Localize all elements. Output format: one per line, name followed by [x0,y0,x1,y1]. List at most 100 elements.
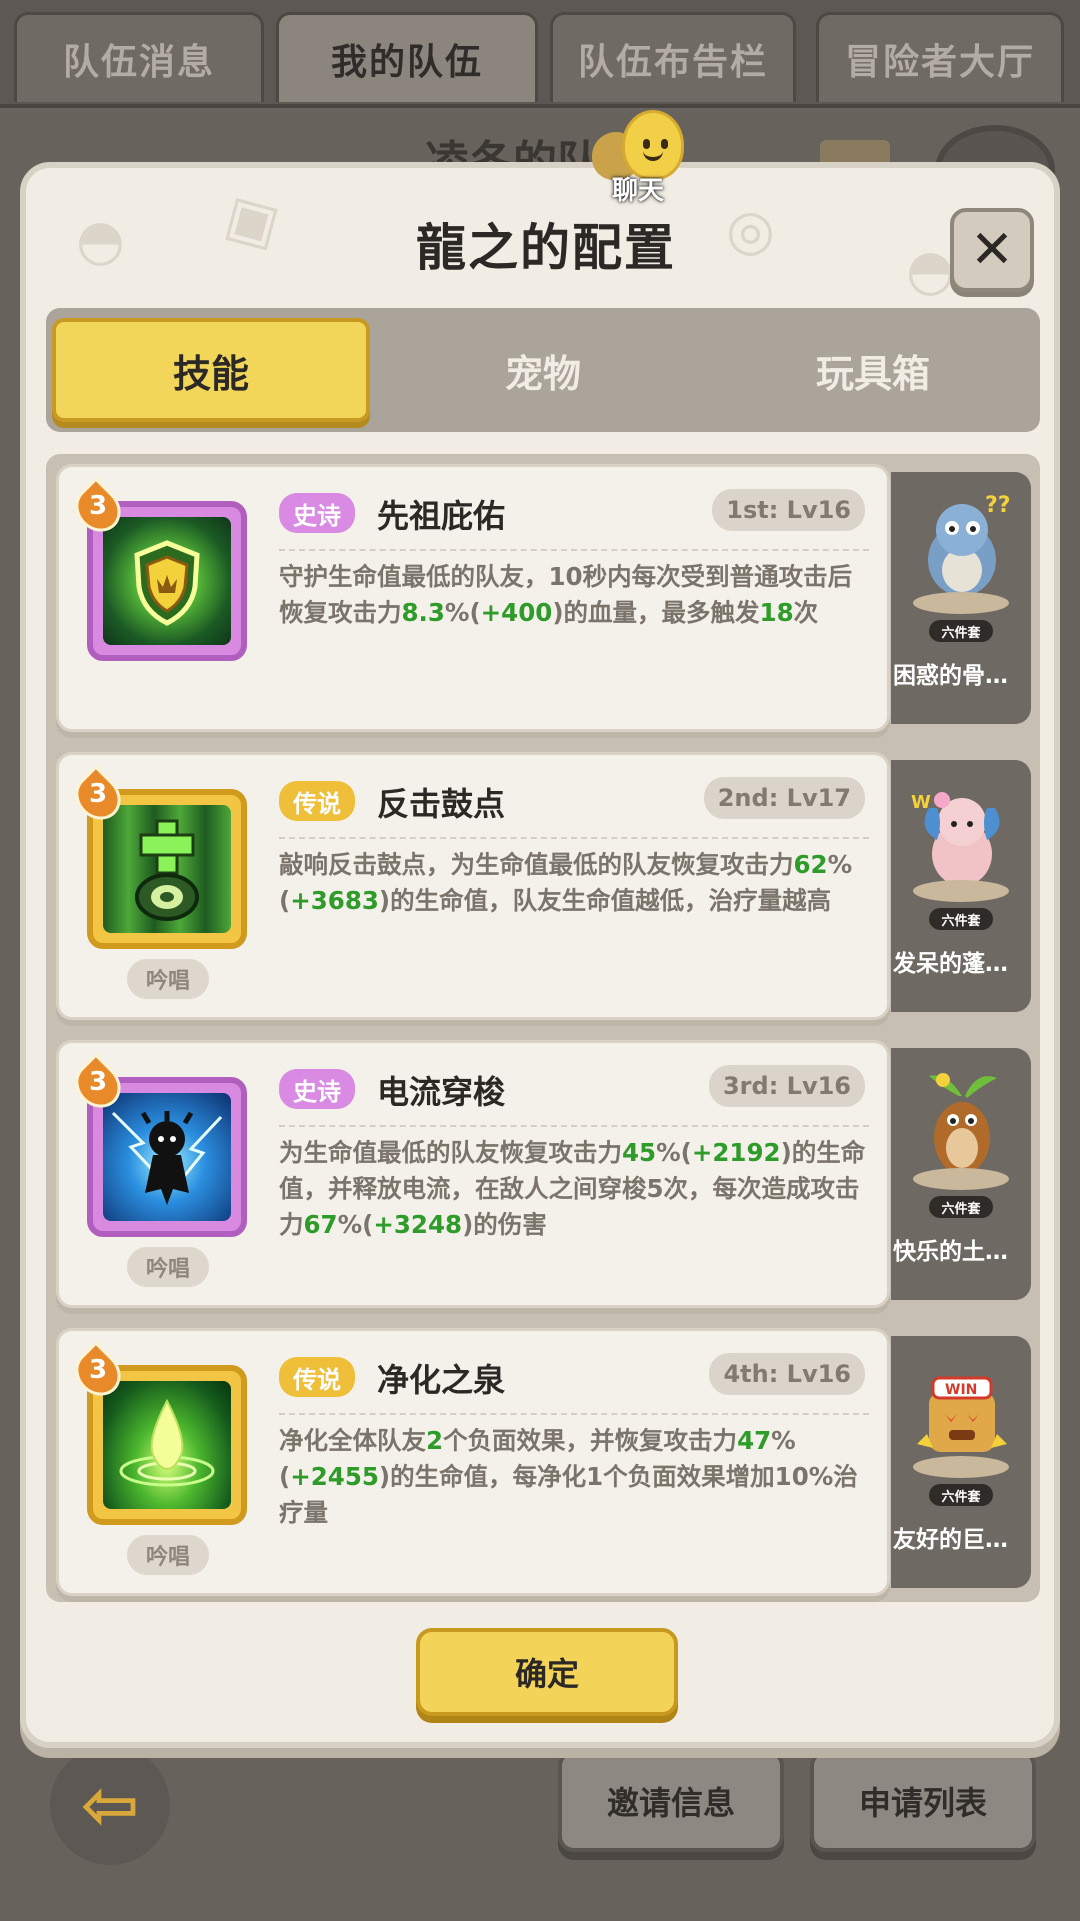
pet-slot[interactable]: WIN 六件套 友好的巨… [891,1336,1031,1588]
shield-icon [103,517,231,645]
pet-name: 发呆的蓬… [893,951,1008,977]
pet-name: 困惑的骨… [893,663,1008,689]
slot-level: 3rd: Lv16 [708,1065,865,1107]
skill-name: 先祖庇佑 [377,497,506,535]
pet-slot[interactable]: ?? 六件套 困惑的骨… [891,472,1031,724]
skill-card[interactable]: 3 吟唱 传说 反击鼓点 2nd: Lv17 敲响反击鼓点，为生命值最低的队友恢… [56,752,890,1020]
svg-text:WIN: WIN [945,1382,977,1398]
top-tab-bar: 队伍消息 我的队伍 队伍布告栏 冒险者大厅 [0,0,1080,108]
desc-highlight-value: 45 [622,1138,657,1167]
desc-text: 次 [793,598,819,627]
pet-base [913,1456,1009,1478]
desc-highlight-value: +2192 [691,1138,781,1167]
desc-highlight-value: 67 [303,1210,338,1239]
confirm-button[interactable]: 确定 [416,1628,678,1716]
desc-highlight-value: 47 [737,1426,772,1455]
pet-base [913,880,1009,902]
skill-card[interactable]: 3 吟唱 传说 净化之泉 4th: Lv16 净化全体队友2个负面效果，并恢复攻 [56,1328,890,1596]
skill-description: 为生命值最低的队友恢复攻击力45%(+2192)的生命值，并释放电流，在敌人之间… [279,1135,869,1243]
desc-highlight-value: 62 [793,850,828,879]
top-tab-team-board[interactable]: 队伍布告栏 [550,12,796,102]
divider [279,1125,869,1127]
desc-text: %( [337,1210,374,1239]
top-tab-my-team[interactable]: 我的队伍 [276,12,538,102]
pet-set-badge: 六件套 [929,1484,993,1506]
pet-base [913,1168,1009,1190]
skill-list: 3 史诗 先祖庇佑 1st: Lv16 守护生命值最低的队友，10秒内每次受到普… [46,454,1040,1602]
desc-text: 净化全体队友 [279,1426,426,1455]
skill-description: 净化全体队友2个负面效果，并恢复攻击力47%(+2455)的生命值，每净化1个负… [279,1423,869,1531]
divider [279,1413,869,1415]
skill-row[interactable]: 3 吟唱 史诗 电流穿梭 3rd: Lv16 为生命值最低的队友恢复攻击力45%… [56,1040,1031,1308]
desc-text: )的生命值，队友生命值越低，治疗量越高 [378,886,832,915]
skill-row[interactable]: 3 吟唱 传说 净化之泉 4th: Lv16 净化全体队友2个负面效果，并恢复攻 [56,1328,1031,1596]
drum-heal-icon [103,805,231,933]
desc-highlight-value: 8.3 [401,598,445,627]
tab-pets[interactable]: 宠物 [384,318,702,422]
pet-name: 友好的巨… [893,1527,1008,1553]
desc-text: )的伤害 [462,1210,547,1239]
pet-base [913,592,1009,614]
skill-row[interactable]: 3 吟唱 传说 反击鼓点 2nd: Lv17 敲响反击鼓点，为生命值最低的队友恢… [56,752,1031,1020]
desc-text: 个负面效果，并恢复攻击力 [443,1426,738,1455]
slot-level: 1st: Lv16 [712,489,865,531]
chat-label: 聊天 [612,176,665,206]
back-arrow-icon: ⇦ [80,1764,140,1846]
back-button[interactable]: ⇦ [50,1745,170,1865]
close-button[interactable]: ✕ [950,208,1034,292]
config-modal: ◓ ▣ ◎ ◓ 龍之的配置 ✕ 技能 宠物 玩具箱 3 史诗 先祖庇佑 1st:… [20,162,1060,1748]
skill-row[interactable]: 3 史诗 先祖庇佑 1st: Lv16 守护生命值最低的队友，10秒内每次受到普… [56,464,1031,732]
water-drop-icon [103,1381,231,1509]
skill-level: 3 [88,1067,108,1097]
desc-highlight-value: +2455 [290,1462,379,1491]
top-tab-team-messages[interactable]: 队伍消息 [14,12,264,102]
top-tab-adventurer-hall[interactable]: 冒险者大厅 [816,12,1064,102]
chant-tag: 吟唱 [127,1535,209,1575]
desc-highlight-value: +400 [480,598,553,627]
desc-text: %( [444,598,481,627]
desc-highlight-value: +3683 [290,886,379,915]
rarity-badge: 传说 [279,1357,355,1397]
pet-slot[interactable]: 六件套 快乐的土… [891,1048,1031,1300]
divider [279,837,869,839]
svg-text:W: W [911,792,931,813]
pet-set-badge: 六件套 [929,908,993,930]
invite-info-button[interactable]: 邀请信息 [558,1750,784,1852]
tab-toybox[interactable]: 玩具箱 [714,318,1032,422]
pet-set-badge: 六件套 [929,620,993,642]
pet-name: 快乐的土… [893,1239,1008,1265]
skill-card[interactable]: 3 吟唱 史诗 电流穿梭 3rd: Lv16 为生命值最低的队友恢复攻击力45%… [56,1040,890,1308]
svg-text:??: ?? [985,493,1011,518]
rarity-badge: 传说 [279,781,355,821]
chant-tag: 吟唱 [127,1247,209,1287]
chat-button[interactable]: 聊天 [592,104,712,206]
modal-title: 龍之的配置 [416,219,676,277]
skill-card[interactable]: 3 史诗 先祖庇佑 1st: Lv16 守护生命值最低的队友，10秒内每次受到普… [56,464,890,732]
divider [279,549,869,551]
apply-list-button[interactable]: 申请列表 [810,1750,1036,1852]
desc-highlight-value: 18 [759,598,794,627]
slot-level: 4th: Lv16 [709,1353,865,1395]
desc-text: 为生命值最低的队友恢复攻击力 [279,1138,622,1167]
pet-slot[interactable]: W 六件套 发呆的蓬… [891,760,1031,1012]
chant-tag: 吟唱 [127,959,209,999]
desc-text: )的血量，最多触发 [552,598,760,627]
slot-level: 2nd: Lv17 [703,777,865,819]
skill-name: 反击鼓点 [377,785,506,823]
desc-text: %( [656,1138,692,1167]
desc-highlight-value: +3248 [373,1210,463,1239]
skill-level: 3 [88,491,108,521]
rarity-badge: 史诗 [279,1069,355,1109]
tab-skills[interactable]: 技能 [52,318,370,422]
desc-highlight-value: 2 [426,1426,444,1455]
modal-tabs: 技能 宠物 玩具箱 [46,308,1040,432]
lightning-figure-icon [103,1093,231,1221]
close-icon: ✕ [970,220,1014,280]
pet-set-badge: 六件套 [929,1196,993,1218]
skill-description: 敲响反击鼓点，为生命值最低的队友恢复攻击力62%(+3683)的生命值，队友生命… [279,847,869,919]
skill-description: 守护生命值最低的队友，10秒内每次受到普通攻击后恢复攻击力8.3%(+400)的… [279,559,869,631]
rarity-badge: 史诗 [279,493,355,533]
skill-level: 3 [88,1355,108,1385]
skill-name: 净化之泉 [377,1361,506,1399]
skill-level: 3 [88,779,108,809]
